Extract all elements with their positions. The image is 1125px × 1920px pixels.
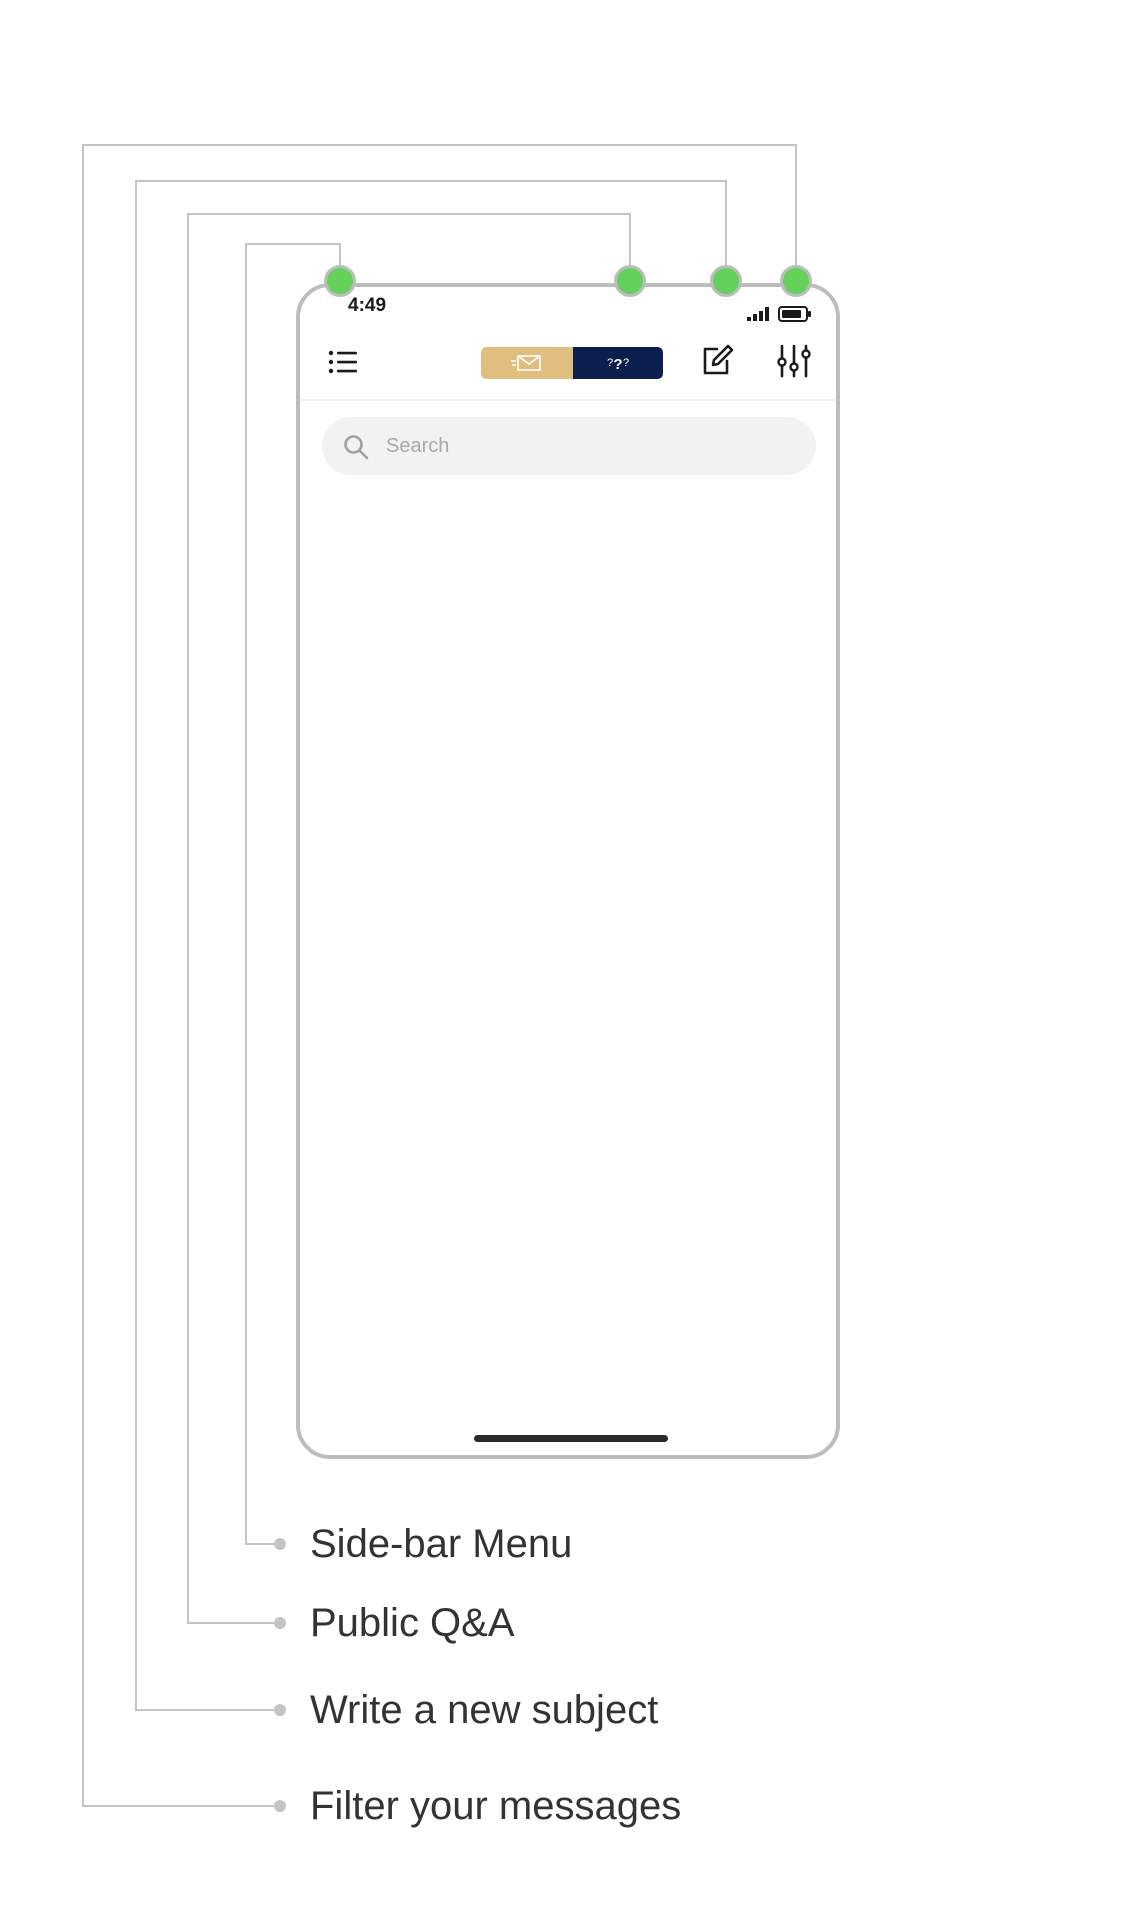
compose-button[interactable] [699,343,735,379]
callout-dot-sidebar-menu [324,265,356,297]
callout-dot-compose [710,265,742,297]
list-icon [328,350,357,374]
sliders-icon [777,344,811,378]
sidebar-menu-button[interactable] [326,345,360,379]
compose-icon [703,344,734,375]
legend-public-qa: Public Q&A [310,1601,515,1645]
svg-text:?: ? [607,357,613,369]
legend-write-new-subject: Write a new subject [310,1688,659,1732]
svg-text:?: ? [623,357,629,369]
messages-segment[interactable] [481,347,573,379]
legend-filter-messages: Filter your messages [310,1784,682,1828]
phone-screen: 4:49 ? ? ? Search [296,283,840,1459]
search-input[interactable] [386,427,786,465]
svg-text:?: ? [613,356,622,373]
search-bar[interactable] [322,417,816,475]
top-toolbar: ? ? ? [300,331,836,395]
search-icon [344,435,369,460]
cellular-signal-icon [747,307,769,321]
home-indicator [474,1435,668,1442]
toolbar-divider [300,399,836,401]
status-time: 4:49 [348,295,387,316]
filter-button[interactable] [776,343,812,379]
callout-dot-filter [780,265,812,297]
question-marks-icon: ? ? ? [607,356,629,373]
envelope-icon [511,355,541,371]
battery-icon [778,306,811,322]
callout-dot-public-qa [614,265,646,297]
legend-sidebar-menu: Side-bar Menu [310,1522,573,1566]
mode-segmented-control: ? ? ? [481,347,663,379]
public-qa-segment[interactable]: ? ? ? [573,347,663,379]
